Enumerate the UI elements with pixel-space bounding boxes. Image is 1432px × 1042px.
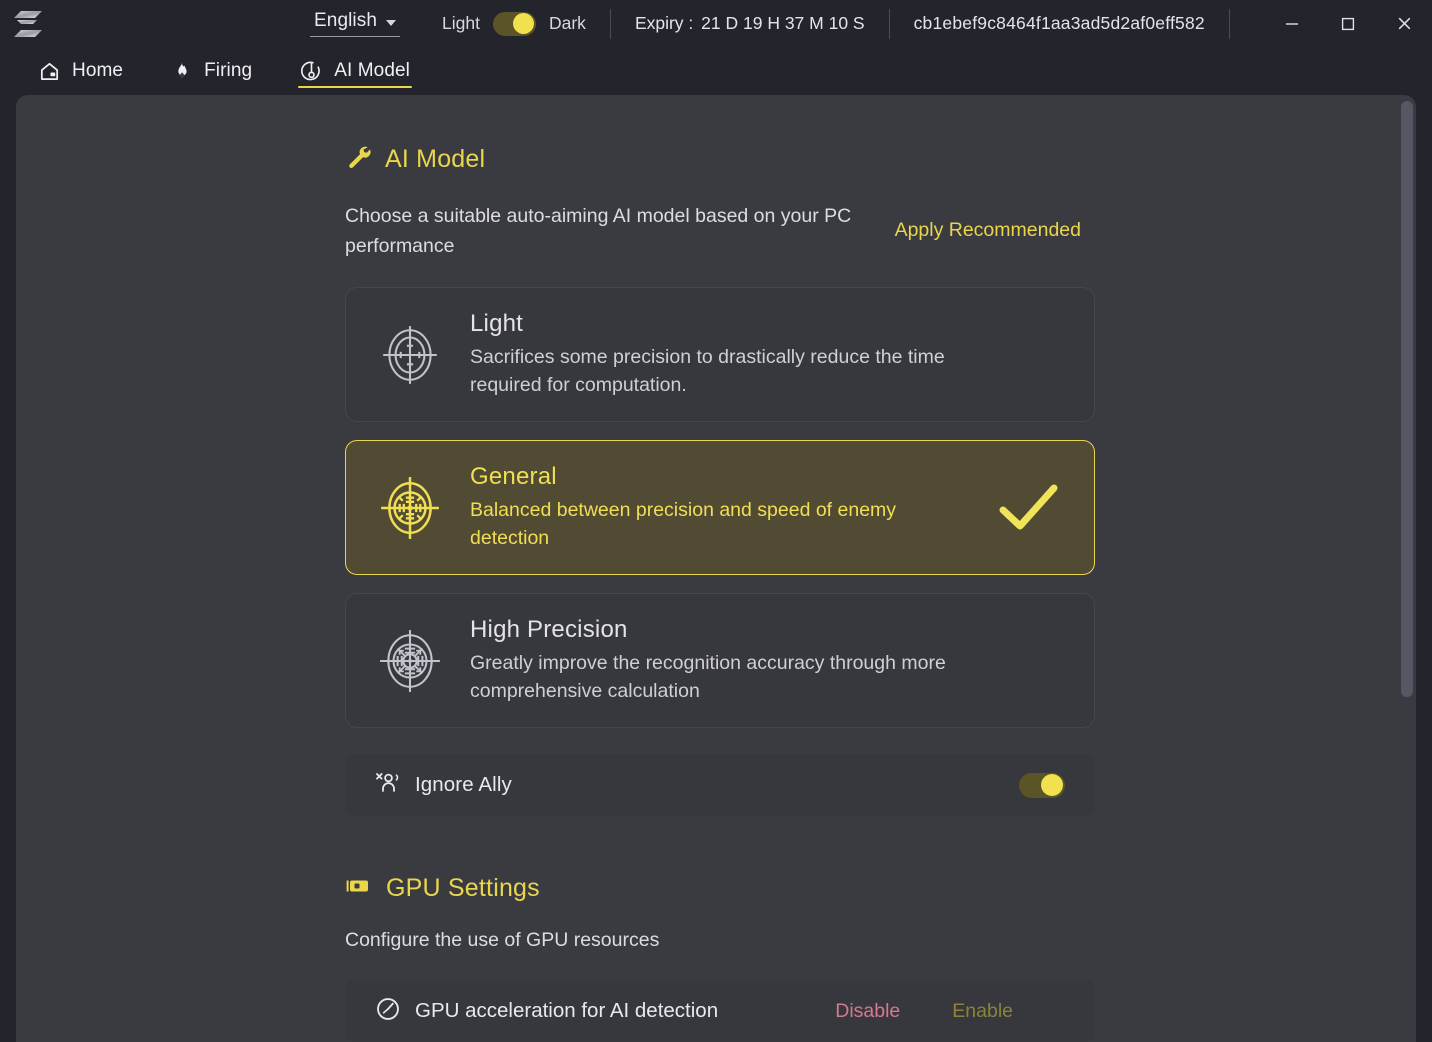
tab-home-label: Home [72,60,124,81]
theme-toggle-group[interactable]: Light Dark [442,11,586,36]
gpu-chip-icon [345,875,373,902]
model-card-high-precision-text: High Precision Greatly improve the recog… [470,616,968,705]
theme-switch[interactable] [492,11,536,36]
language-selector[interactable]: English [310,10,401,37]
theme-dark-label: Dark [548,13,586,33]
speed-gauge-icon [375,996,401,1027]
scope-ticks-icon [372,475,448,541]
gpu-disable-option[interactable]: Disable [835,1000,900,1023]
model-card-general-title: General [470,463,557,490]
theme-light-label: Light [442,13,480,33]
scope-simple-icon [372,322,448,388]
model-card-light-text: Light Sacrifices some precision to drast… [470,310,968,399]
divider [1228,8,1230,39]
divider [888,8,890,39]
device-id: cb1ebef9c8464f1aa3ad5d2af0eff582 [913,13,1205,33]
crosshair-icon [300,60,323,83]
ai-model-section-header: AI Model [345,143,1095,175]
settings-content: AI Model Choose a suitable auto-aiming A… [16,95,1416,1042]
gpu-acceleration-options: Disable Enable [835,1000,1013,1023]
tab-firing[interactable]: Firing [169,47,254,95]
expiry-value: 21 D 19 H 37 M 10 S [701,13,865,33]
scope-detailed-icon [372,628,448,694]
chevron-down-icon [386,19,397,26]
ignore-ally-toggle-knob [1041,774,1063,796]
model-card-light-title: Light [470,310,524,337]
expiry-info: Expiry : 21 D 19 H 37 M 10 S [635,13,865,34]
title-bar: English Light Dark Expiry : 21 D 19 H 37… [0,0,1432,47]
window-controls [1264,0,1432,47]
model-card-high-precision[interactable]: High Precision Greatly improve the recog… [345,593,1095,728]
close-button[interactable] [1376,0,1432,47]
model-card-high-precision-title: High Precision [470,616,628,643]
gpu-enable-option[interactable]: Enable [952,1000,1013,1023]
wrench-icon [345,143,372,175]
model-card-general-desc: Balanced between precision and speed of … [470,499,897,549]
language-label: English [314,10,378,31]
ai-model-description-row: Choose a suitable auto-aiming AI model b… [345,201,1095,261]
main-nav: Home Firing AI Model [0,47,1432,95]
titlebar-center-group: English Light Dark Expiry : 21 D 19 H 37… [310,0,1254,47]
tab-home[interactable]: Home [36,47,125,95]
ignore-ally-row[interactable]: Ignore Ally [345,754,1095,816]
app-logo [0,0,56,47]
tab-ai-model[interactable]: AI Model [298,47,412,95]
gpu-section-title: GPU Settings [386,874,540,902]
theme-switch-knob [512,13,534,34]
ignore-ally-icon [375,771,401,800]
ignore-ally-label: Ignore Ally [415,773,512,796]
tab-firing-label: Firing [204,60,253,81]
flame-icon [171,60,193,83]
expiry-label: Expiry : [634,13,694,33]
maximize-button[interactable] [1320,0,1376,47]
minimize-button[interactable] [1264,0,1320,47]
gpu-acceleration-row[interactable]: GPU acceleration for AI detection Disabl… [345,980,1095,1042]
home-icon [38,60,61,83]
vertical-scrollbar-track[interactable] [1401,99,1413,1038]
model-card-general-selected-check [990,483,1068,533]
ignore-ally-left: Ignore Ally [375,771,512,800]
tab-ai-model-label: AI Model [334,60,410,81]
ai-model-section-title: AI Model [385,144,486,173]
vertical-scrollbar-thumb[interactable] [1401,101,1413,697]
gpu-description: Configure the use of GPU resources [345,929,660,951]
settings-column: AI Model Choose a suitable auto-aiming A… [345,143,1095,1042]
gpu-acceleration-left: GPU acceleration for AI detection [375,996,718,1027]
content-panel: AI Model Choose a suitable auto-aiming A… [16,95,1416,1042]
divider [609,8,611,39]
model-card-general[interactable]: General Balanced between precision and s… [345,440,1095,575]
gpu-section-header: GPU Settings [345,874,1095,903]
model-card-high-precision-desc: Greatly improve the recognition accuracy… [470,652,946,702]
panel-scroll-area: AI Model Choose a suitable auto-aiming A… [16,95,1416,1042]
apply-recommended-button[interactable]: Apply Recommended [895,219,1081,242]
ai-model-description: Choose a suitable auto-aiming AI model b… [345,205,852,257]
model-card-light[interactable]: Light Sacrifices some precision to drast… [345,287,1095,422]
gpu-acceleration-label: GPU acceleration for AI detection [415,999,719,1022]
model-card-light-desc: Sacrifices some precision to drastically… [470,346,945,396]
model-card-general-text: General Balanced between precision and s… [470,463,968,552]
ignore-ally-toggle[interactable] [1019,772,1065,798]
